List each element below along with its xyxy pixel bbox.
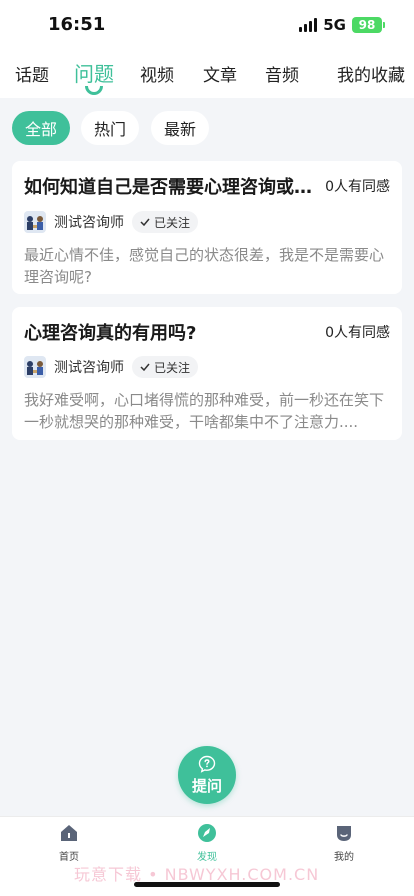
profile-icon [337, 826, 351, 841]
status-bar: 16:51 5G 98 [0, 0, 414, 50]
follow-button[interactable]: 已关注 [132, 356, 199, 378]
compass-icon [198, 824, 216, 842]
battery-icon: 98 [352, 17, 385, 33]
author-row: 测试咨询师 已关注 [24, 211, 199, 233]
follow-status: 已关注 [154, 215, 191, 230]
tab-articles[interactable]: 文章 [203, 61, 237, 86]
question-icon [198, 755, 216, 773]
tab-questions[interactable]: 问题 [74, 58, 114, 87]
question-title: 心理咨询真的有用吗? [24, 323, 197, 344]
filter-all[interactable]: 全部 [12, 111, 70, 145]
tab-topics[interactable]: 话题 [15, 61, 49, 86]
active-tab-indicator [85, 86, 103, 95]
author-name[interactable]: 测试咨询师 [54, 357, 124, 377]
tab-my-favorites[interactable]: 我的收藏 [337, 61, 405, 86]
question-card[interactable]: 如何知道自己是否需要心理咨询或... 0人有同感 测试咨询师 已关注 最近心情不… [12, 161, 402, 294]
network-type: 5G [323, 16, 346, 34]
question-title: 如何知道自己是否需要心理咨询或... [24, 177, 312, 198]
author-name[interactable]: 测试咨询师 [54, 212, 124, 232]
signal-icon [299, 18, 318, 32]
author-avatar[interactable] [24, 211, 46, 233]
nav-discover[interactable]: 发现 [177, 823, 237, 863]
question-body: 最近心情不佳，感觉自己的状态很差，我是不是需要心理咨询呢? [24, 246, 385, 286]
ask-question-button[interactable]: 提问 [178, 746, 236, 804]
home-indicator [134, 882, 280, 887]
tab-videos[interactable]: 视频 [140, 61, 174, 86]
question-body: 我好难受啊，心口堵得慌的那种难受，前一秒还在笑下一秒就想哭的那种难受，干啥都集中… [24, 391, 385, 431]
nav-profile-label: 我的 [334, 852, 354, 863]
check-icon [140, 218, 150, 226]
category-tabs: 话题 问题 视频 文章 音频 我的收藏 [0, 50, 414, 98]
nav-profile[interactable]: 我的 [314, 823, 374, 863]
tab-audio[interactable]: 音频 [265, 61, 299, 86]
nav-home[interactable]: 首页 [39, 823, 99, 863]
follow-status: 已关注 [154, 360, 191, 375]
filter-hot[interactable]: 热门 [81, 111, 139, 145]
agree-count: 0人有同感 [325, 325, 390, 341]
status-time: 16:51 [48, 14, 106, 35]
author-row: 测试咨询师 已关注 [24, 356, 199, 378]
status-indicators: 5G 98 [299, 16, 385, 34]
battery-level: 98 [358, 18, 376, 32]
follow-button[interactable]: 已关注 [132, 211, 199, 233]
home-icon [61, 825, 77, 841]
agree-count: 0人有同感 [325, 179, 390, 195]
filter-latest[interactable]: 最新 [151, 111, 209, 145]
question-card[interactable]: 心理咨询真的有用吗? 0人有同感 测试咨询师 已关注 我好难受啊，心口堵得慌的那… [12, 307, 402, 440]
author-avatar[interactable] [24, 356, 46, 378]
ask-button-label: 提问 [191, 776, 222, 795]
check-icon [140, 363, 150, 371]
